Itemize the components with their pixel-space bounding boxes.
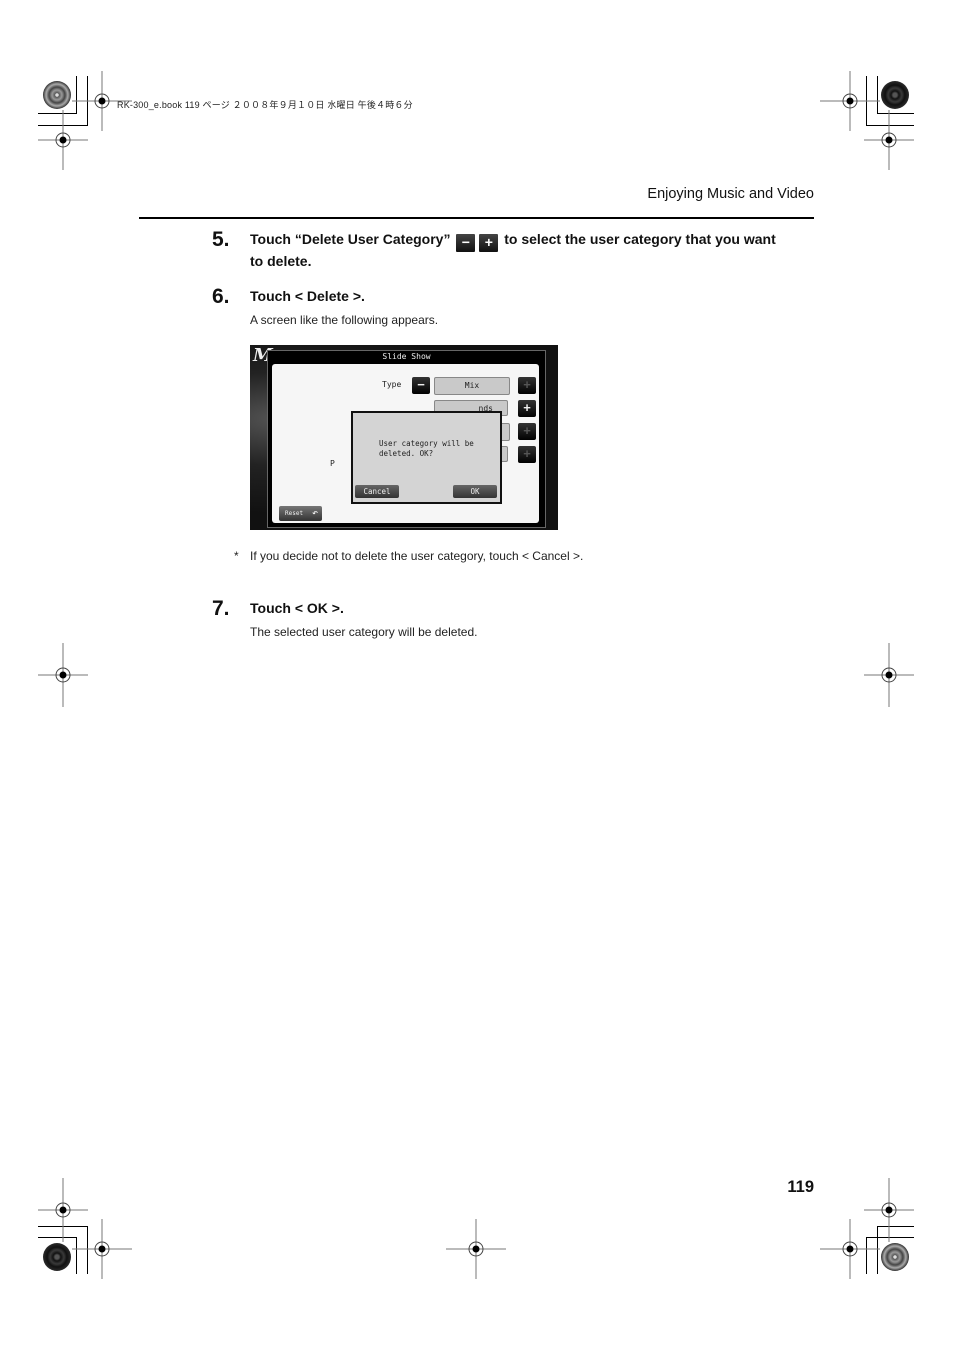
partial-label: P xyxy=(330,459,335,468)
plus-button: + xyxy=(518,446,536,463)
type-label: Type xyxy=(382,380,402,389)
registration-mark-icon xyxy=(854,640,924,710)
plus-button: + xyxy=(518,400,536,417)
confirm-dialog: User category will be deleted. OK? Cance… xyxy=(351,411,502,504)
settings-panel: Type − Mix nds in + + + + P Reset ↶ User… xyxy=(272,364,539,523)
registration-mark-icon xyxy=(28,640,98,710)
running-head: Enjoying Music and Video xyxy=(647,186,814,202)
screen-frame: Slide Show Type − Mix nds in + + + + P R… xyxy=(267,350,546,528)
type-field: Mix xyxy=(434,377,510,395)
plus-button: + xyxy=(518,423,536,440)
step-title: Touch < OK >. xyxy=(250,600,344,616)
note: * If you decide not to delete the user ca… xyxy=(234,549,583,563)
color-target-icon xyxy=(881,1243,909,1271)
note-marker: * xyxy=(234,549,239,563)
registration-mark-icon xyxy=(28,105,98,175)
step-number: 7. xyxy=(212,597,230,620)
step-title-text: Touch “Delete User Category” xyxy=(250,231,451,247)
step-number: 5. xyxy=(212,228,230,251)
header-rule xyxy=(139,217,814,219)
dialog-cancel-button: Cancel xyxy=(355,485,399,498)
screen-title: Slide Show xyxy=(382,352,431,361)
reset-button: Reset ↶ xyxy=(279,506,322,521)
registration-mark-icon xyxy=(854,1175,924,1245)
page-number: 119 xyxy=(787,1178,814,1196)
plus-button: + xyxy=(518,377,536,394)
dialog-ok-button: OK xyxy=(453,485,497,498)
step-body: A screen like the following appears. xyxy=(250,313,439,327)
step-title-text: to select the user category that you wan… xyxy=(504,231,776,247)
plus-button-icon: + xyxy=(479,234,499,252)
dialog-message: User category will be deleted. OK? xyxy=(379,439,474,458)
step-body: The selected user category will be delet… xyxy=(250,625,478,639)
type-minus-button: − xyxy=(412,377,430,394)
screen-illustration: M Slide Show Type − Mix nds in + + + + P… xyxy=(250,345,558,530)
reset-label: Reset xyxy=(285,510,304,517)
registration-mark-icon xyxy=(441,1214,511,1284)
minus-button-icon: − xyxy=(456,234,476,252)
step-title-text: to delete. xyxy=(250,253,312,269)
step-title: Touch < Delete >. xyxy=(250,288,365,304)
note-text: If you decide not to delete the user cat… xyxy=(250,549,584,563)
step-number: 6. xyxy=(212,285,230,308)
registration-mark-icon xyxy=(854,105,924,175)
registration-mark-icon xyxy=(67,1214,137,1284)
print-slug: RK-300_e.book 119 ページ ２００８年９月１０日 水曜日 午後４… xyxy=(117,100,413,110)
step-title: Touch “Delete User Category” − + to selec… xyxy=(250,230,776,271)
return-arrow-icon: ↶ xyxy=(311,508,318,519)
